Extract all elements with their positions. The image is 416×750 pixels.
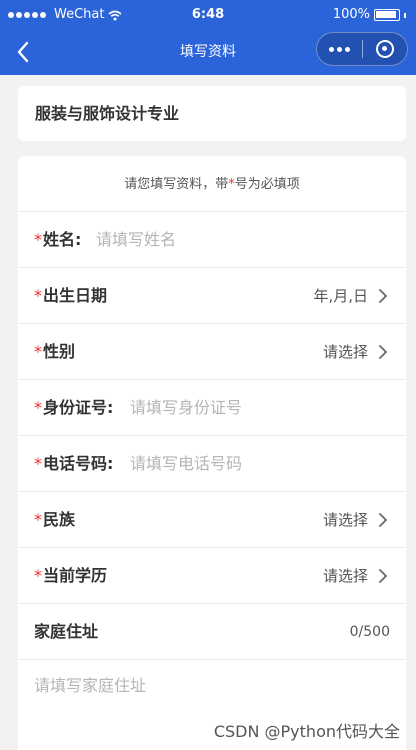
required-mark: * — [34, 230, 42, 249]
battery-percent: 100% — [332, 7, 370, 22]
app-header: WeChat 6:48 100% 填写资料 — [0, 0, 416, 75]
ethnicity-select[interactable]: 请选择 — [323, 492, 368, 548]
birth-date-label: *出生日期 — [34, 268, 107, 324]
major-card: 服装与服饰设计专业 — [18, 86, 406, 141]
nav-bar: 填写资料 — [0, 30, 416, 75]
education-row[interactable]: *当前学历 请选择 — [18, 548, 406, 604]
notice-text-after: 号为必填项 — [234, 177, 300, 192]
education-select[interactable]: 请选择 — [323, 548, 368, 604]
phone-label-text: 电话号码: — [43, 454, 114, 473]
more-button[interactable] — [317, 46, 362, 52]
required-mark: * — [34, 510, 42, 529]
form-card: 请您填写资料，带*号为必填项 *姓名: 请填写姓名 *出生日期 年,月,日 *性… — [18, 156, 406, 750]
battery-icon — [374, 9, 400, 21]
required-mark: * — [34, 398, 42, 417]
ethnicity-label-text: 民族 — [43, 510, 76, 529]
name-field-row: *姓名: 请填写姓名 — [18, 212, 406, 268]
required-mark: * — [34, 286, 42, 305]
status-right: 100% — [333, 0, 406, 30]
chevron-right-icon — [379, 289, 387, 303]
more-dot — [337, 46, 342, 52]
education-label: *当前学历 — [34, 548, 107, 604]
gender-row[interactable]: *性别 请选择 — [18, 324, 406, 380]
close-mini-program-button[interactable] — [363, 40, 407, 58]
name-input[interactable]: 请填写姓名 — [96, 212, 176, 268]
gender-select[interactable]: 请选择 — [323, 324, 368, 380]
phone-input[interactable]: 请填写电话号码 — [130, 436, 242, 492]
id-number-label-text: 身份证号: — [43, 398, 114, 417]
id-number-label: *身份证号: — [34, 380, 113, 436]
birth-date-value[interactable]: 年,月,日 — [313, 268, 368, 324]
address-textarea[interactable]: 请填写家庭住址 — [34, 672, 146, 696]
id-number-row: *身份证号: 请填写身份证号 — [18, 380, 406, 436]
chevron-right-icon — [379, 513, 387, 527]
watermark: CSDN @Python代码大全 — [213, 722, 400, 741]
education-label-text: 当前学历 — [43, 566, 108, 585]
more-dot — [329, 46, 334, 52]
battery-cap — [404, 12, 406, 18]
status-bar: WeChat 6:48 100% — [0, 0, 416, 30]
target-icon — [375, 40, 394, 58]
ethnicity-label: *民族 — [34, 492, 75, 548]
ethnicity-row[interactable]: *民族 请选择 — [18, 492, 406, 548]
phone-row: *电话号码: 请填写电话号码 — [18, 436, 406, 492]
gender-label-text: 性别 — [43, 342, 76, 361]
major-name: 服装与服饰设计专业 — [35, 104, 180, 123]
required-mark: * — [34, 454, 42, 473]
gender-label: *性别 — [34, 324, 75, 380]
more-dot — [345, 46, 350, 52]
address-char-counter: 0/500 — [349, 624, 390, 640]
birth-date-label-text: 出生日期 — [43, 286, 108, 305]
id-number-input[interactable]: 请填写身份证号 — [130, 380, 242, 436]
chevron-right-icon — [379, 345, 387, 359]
name-label-text: 姓名: — [43, 230, 82, 249]
address-row: 家庭住址 0/500 — [18, 604, 406, 660]
notice-text-before: 请您填写资料，带 — [124, 177, 229, 192]
address-label: 家庭住址 — [34, 622, 99, 641]
form-notice: 请您填写资料，带*号为必填项 — [18, 156, 406, 212]
required-mark: * — [34, 566, 42, 585]
chevron-right-icon — [379, 569, 387, 583]
name-label: *姓名: — [34, 212, 81, 268]
birth-date-row[interactable]: *出生日期 年,月,日 — [18, 268, 406, 324]
required-mark: * — [34, 342, 42, 361]
mini-program-capsule — [316, 32, 408, 66]
phone-label: *电话号码: — [34, 436, 113, 492]
